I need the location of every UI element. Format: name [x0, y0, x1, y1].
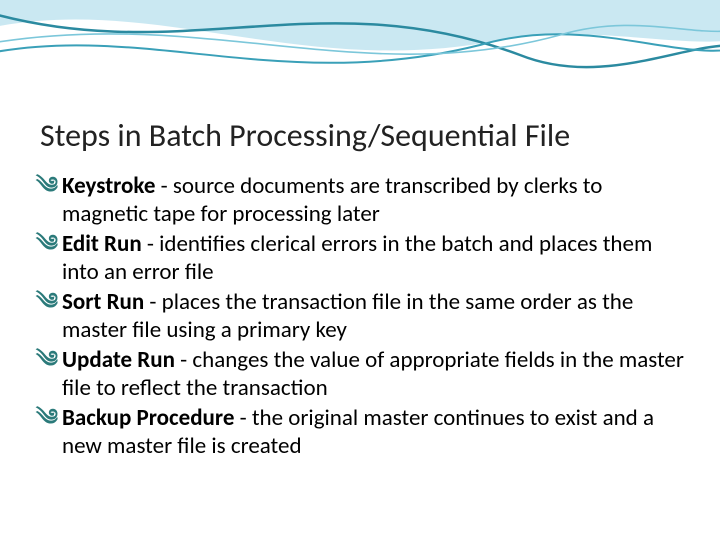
bullet-term: Backup Procedure	[62, 404, 234, 432]
bullet-icon: ༄	[36, 346, 58, 374]
swoosh-icon	[0, 0, 720, 120]
bullet-item: ༄ Edit Run - identifies clerical errors …	[36, 230, 690, 286]
slide-body: ༄ Keystroke - source documents are trans…	[36, 172, 690, 462]
bullet-term: Edit Run	[62, 230, 142, 258]
bullet-item: ༄ Update Run - changes the value of appr…	[36, 346, 690, 402]
bullet-item: ༄ Backup Procedure - the original master…	[36, 404, 690, 460]
slide-title: Steps in Batch Processing/Sequential Fil…	[40, 118, 700, 153]
bullet-term: Update Run	[62, 346, 175, 374]
bullet-icon: ༄	[36, 288, 58, 316]
bullet-icon: ༄	[36, 172, 58, 200]
slide: Steps in Batch Processing/Sequential Fil…	[0, 0, 720, 540]
decorative-swoosh	[0, 0, 720, 120]
bullet-item: ༄ Keystroke - source documents are trans…	[36, 172, 690, 228]
bullet-desc: - places the transaction file in the sam…	[62, 288, 633, 344]
bullet-item: ༄ Sort Run - places the transaction file…	[36, 288, 690, 344]
bullet-desc: - identifies clerical errors in the batc…	[62, 230, 652, 286]
bullet-term: Sort Run	[62, 288, 144, 316]
bullet-icon: ༄	[36, 230, 58, 258]
bullet-icon: ༄	[36, 404, 58, 432]
bullet-term: Keystroke	[62, 172, 155, 200]
